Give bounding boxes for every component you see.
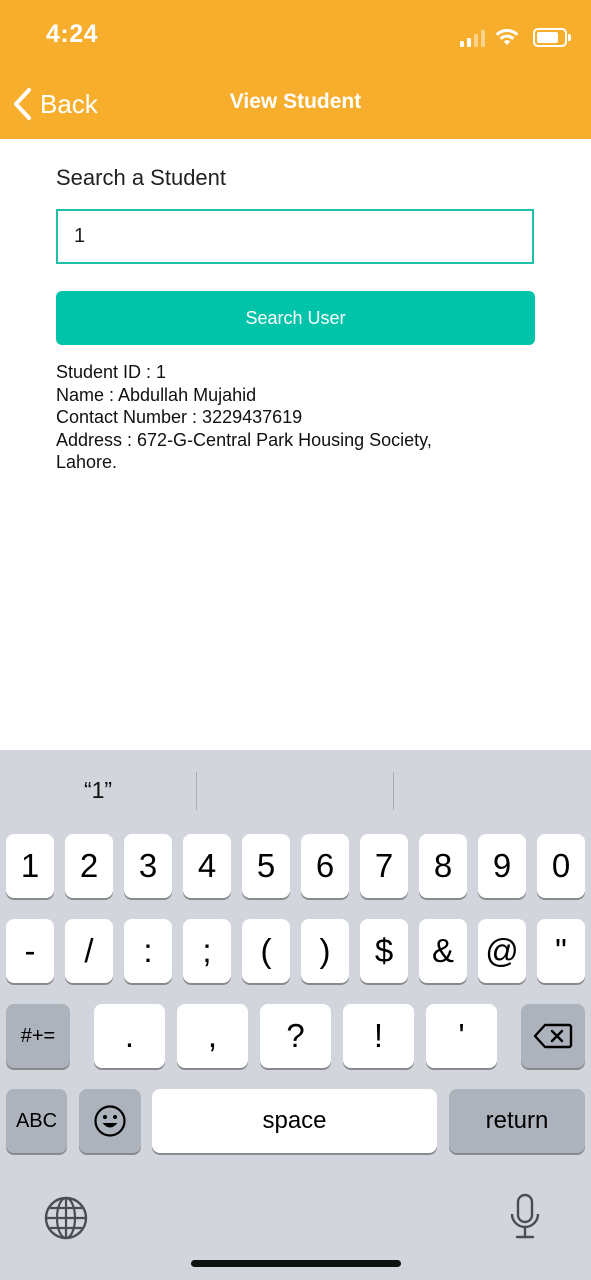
key-apostrophe[interactable]: ' <box>426 1004 497 1068</box>
key-more-symbols[interactable]: #+= <box>6 1004 70 1068</box>
key-slash[interactable]: / <box>65 919 113 983</box>
key-abc[interactable]: ABC <box>6 1089 67 1153</box>
suggestion-1[interactable]: “1” <box>0 770 196 810</box>
key-7[interactable]: 7 <box>360 834 408 898</box>
return-key[interactable]: return <box>449 1089 585 1153</box>
home-indicator <box>191 1260 401 1267</box>
microphone-icon <box>510 1193 540 1239</box>
keyboard: “1” 1 2 3 4 5 6 7 8 9 0 - / : ; ( ) $ & … <box>0 750 591 1280</box>
key-at[interactable]: @ <box>478 919 526 983</box>
key-comma[interactable]: , <box>177 1004 248 1068</box>
screen: 4:24 Back View Student Search a Student … <box>0 0 591 1280</box>
page-title: View Student <box>229 90 362 113</box>
key-dollar[interactable]: $ <box>360 919 408 983</box>
globe-button[interactable] <box>44 1196 88 1240</box>
result-student-id: Student ID : 1 <box>56 362 167 382</box>
key-2[interactable]: 2 <box>65 834 113 898</box>
backspace-key[interactable] <box>521 1004 585 1068</box>
globe-icon <box>44 1196 88 1240</box>
key-9[interactable]: 9 <box>478 834 526 898</box>
search-label: Search a Student <box>56 165 227 190</box>
key-5[interactable]: 5 <box>242 834 290 898</box>
nav-header: 4:24 Back View Student <box>0 0 591 139</box>
backspace-icon <box>533 1023 573 1049</box>
key-question[interactable]: ? <box>260 1004 331 1068</box>
dictation-button[interactable] <box>506 1192 544 1242</box>
result-name: Name : Abdullah Mujahid <box>56 384 257 405</box>
key-period[interactable]: . <box>94 1004 165 1068</box>
status-time: 4:24 <box>46 20 99 48</box>
student-search-input[interactable] <box>56 209 534 264</box>
search-user-button[interactable]: Search User <box>56 291 535 345</box>
signal-icon <box>460 27 485 47</box>
battery-icon <box>533 27 571 47</box>
key-4[interactable]: 4 <box>183 834 231 898</box>
key-6[interactable]: 6 <box>301 834 349 898</box>
key-ampersand[interactable]: & <box>419 919 467 983</box>
key-3[interactable]: 3 <box>124 834 172 898</box>
key-close-paren[interactable]: ) <box>301 919 349 983</box>
student-result: Student ID : 1 Name : Abdullah Mujahid C… <box>56 361 526 474</box>
key-exclamation[interactable]: ! <box>343 1004 414 1068</box>
key-8[interactable]: 8 <box>419 834 467 898</box>
emoji-icon <box>94 1105 126 1137</box>
key-quote[interactable]: " <box>537 919 585 983</box>
result-address: Address : 672-G-Central Park Housing Soc… <box>56 429 432 450</box>
result-contact: Contact Number : 3229437619 <box>56 407 303 428</box>
emoji-key[interactable] <box>79 1089 141 1153</box>
key-open-paren[interactable]: ( <box>242 919 290 983</box>
key-0[interactable]: 0 <box>537 834 585 898</box>
key-1[interactable]: 1 <box>6 834 54 898</box>
key-hyphen[interactable]: - <box>6 919 54 983</box>
space-key[interactable]: space <box>152 1089 437 1153</box>
key-colon[interactable]: : <box>124 919 172 983</box>
key-semicolon[interactable]: ; <box>183 919 231 983</box>
status-icons <box>460 24 571 50</box>
result-address-city: Lahore. <box>56 452 118 473</box>
suggestion-2[interactable] <box>197 770 393 810</box>
suggestion-3[interactable] <box>394 770 590 810</box>
wifi-icon <box>495 28 519 45</box>
